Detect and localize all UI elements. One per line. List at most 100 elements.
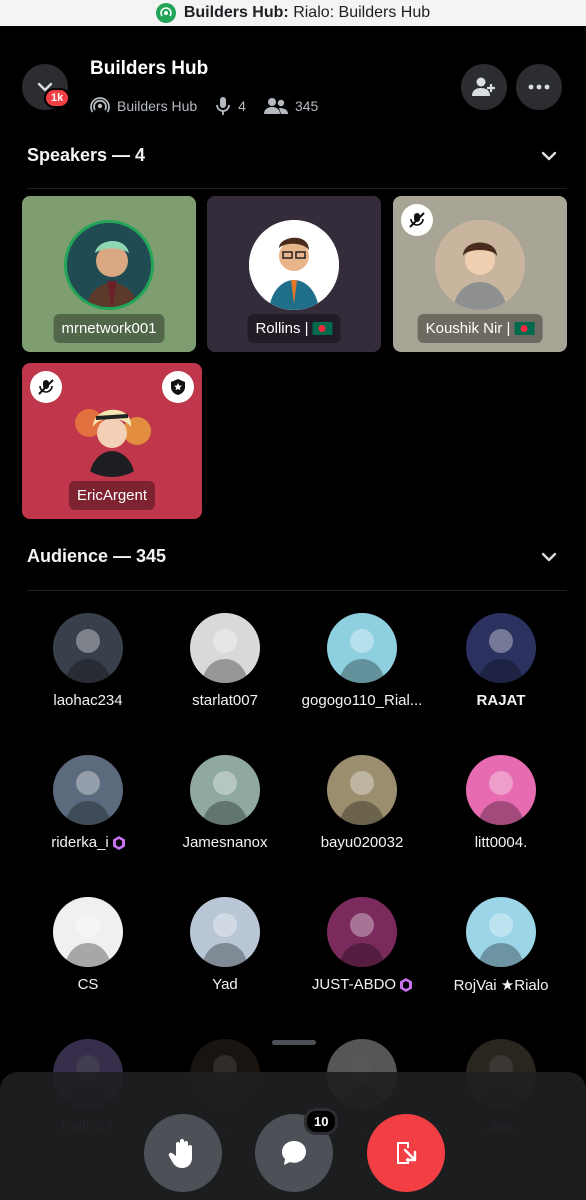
audience-member[interactable]: RAJAT [431, 613, 571, 709]
audience-member-name-row: starlat007 [155, 692, 295, 709]
audience-member-name-row: bayu020032 [292, 834, 432, 851]
server-name: Builders Hub [117, 98, 198, 114]
audience-member-name: gogogo110_Rial... [301, 692, 423, 709]
audience-member[interactable]: litt0004. [431, 755, 571, 851]
unread-badge: 1k [44, 88, 71, 108]
avatar [466, 613, 536, 683]
audience-member[interactable]: starlat007 [155, 613, 295, 709]
audience-title: Audience — 345 [27, 546, 167, 566]
avatar [53, 613, 123, 683]
audience-member[interactable]: laohac234 [18, 613, 158, 709]
bangladesh-flag-icon [514, 322, 535, 335]
avatar [327, 897, 397, 967]
browser-title: Rialo: Builders Hub [293, 4, 431, 21]
stage-header: 1k Builders Hub Builders Hub 4 345 [0, 26, 586, 136]
moderator-shield-icon [162, 371, 194, 403]
avatar [190, 613, 260, 683]
chevron-down-icon [541, 151, 557, 160]
divider [27, 590, 567, 591]
audience-member-name: Yad [212, 976, 238, 993]
raise-hand-button[interactable] [144, 1114, 222, 1192]
more-icon [528, 84, 550, 90]
audience-member-name-row: RojVai ★Rialo [431, 976, 571, 994]
audience-member[interactable]: riderka_i [18, 755, 158, 851]
speaker-tile[interactable]: Koushik Nir | [393, 196, 567, 352]
audience-member-name-row: laohac234 [18, 692, 158, 709]
stage-site-icon [155, 3, 176, 23]
chevron-down-icon [541, 552, 557, 561]
people-icon [263, 98, 288, 114]
avatar [53, 897, 123, 967]
audience-member[interactable]: Yad [155, 897, 295, 993]
microphone-icon [216, 97, 231, 115]
raise-hand-icon [168, 1139, 192, 1168]
drag-handle[interactable] [272, 1040, 316, 1045]
audience-member[interactable]: bayu020032 [292, 755, 432, 851]
bangladesh-flag-icon [312, 322, 333, 335]
audience-member-name-row: CS [18, 976, 158, 993]
speaker-tile[interactable]: EricArgent [22, 363, 202, 519]
invite-button[interactable] [461, 64, 507, 110]
audience-member-name: Jamesnanox [182, 834, 268, 851]
more-button[interactable] [516, 64, 562, 110]
audience-member-name: laohac234 [53, 692, 123, 709]
avatar [466, 897, 536, 967]
browser-titlebar: Builders Hub: Rialo: Builders Hub [0, 0, 586, 26]
audience-member[interactable]: Jamesnanox [155, 755, 295, 851]
muted-mic-icon [30, 371, 62, 403]
speakers-title: Speakers — 4 [27, 145, 146, 165]
audience-member-name-row: litt0004. [431, 834, 571, 851]
divider [27, 188, 567, 189]
speakers-count: 4 [238, 98, 246, 114]
speaker-name-tag: EricArgent [68, 481, 156, 510]
audience-member-name-row: RAJAT [431, 692, 571, 709]
audience-member-name-row: JUST-ABDO [292, 976, 432, 993]
avatar [435, 220, 525, 310]
avatar [190, 755, 260, 825]
speaker-name: Koushik Nir | [425, 320, 511, 337]
speakers-header[interactable]: Speakers — 4 [27, 145, 559, 166]
audience-member-name: litt0004. [474, 834, 528, 851]
chat-count-badge: 10 [304, 1108, 339, 1135]
avatar [64, 220, 154, 310]
audience-member-name-row: gogogo110_Rial... [292, 692, 432, 709]
audience-member-name-row: Yad [155, 976, 295, 993]
speaker-name: mrnetwork001 [61, 320, 157, 337]
avatar [53, 755, 123, 825]
speaker-name: EricArgent [76, 487, 148, 504]
audience-member[interactable]: CS [18, 897, 158, 993]
audience-member[interactable]: RojVai ★Rialo [431, 897, 571, 994]
nitro-badge-icon [112, 835, 125, 850]
audience-member-name-row: riderka_i [18, 834, 158, 851]
audience-header[interactable]: Audience — 345 [27, 546, 559, 567]
speaker-tile[interactable]: mrnetwork001 [22, 196, 196, 352]
stage-meta: Builders Hub 4 345 [90, 96, 328, 116]
page-title: Builders Hub [90, 58, 209, 79]
nitro-badge-icon [400, 977, 413, 992]
audience-member-name: starlat007 [192, 692, 258, 709]
audience-member-name: JUST-ABDO [311, 976, 397, 993]
speaker-tile[interactable]: Rollins | [207, 196, 381, 352]
audience-member[interactable]: gogogo110_Rial... [292, 613, 432, 709]
leave-stage-button[interactable] [367, 1114, 445, 1192]
avatar [249, 220, 339, 310]
speaker-name-tag: Rollins | [247, 314, 341, 343]
audience-member-name: CS [77, 976, 99, 993]
audience-member-name: bayu020032 [320, 834, 404, 851]
audience-member-name: RojVai ★Rialo [453, 977, 549, 994]
browser-title-bold: Builders Hub: [183, 4, 289, 21]
speaker-name-tag: mrnetwork001 [53, 314, 165, 343]
speaker-name-tag: Koushik Nir | [417, 314, 543, 343]
avatar [327, 613, 397, 683]
listeners-count: 345 [294, 98, 319, 114]
leave-stage-icon [397, 1142, 417, 1164]
speaker-name: Rollins | [255, 320, 309, 337]
avatar [466, 755, 536, 825]
audience-member-name: RAJAT [476, 692, 526, 709]
avatar [67, 387, 157, 477]
add-user-icon [472, 77, 495, 96]
stage-icon [90, 97, 110, 113]
muted-mic-icon [401, 204, 433, 236]
avatar [190, 897, 260, 967]
audience-member[interactable]: JUST-ABDO [292, 897, 432, 993]
